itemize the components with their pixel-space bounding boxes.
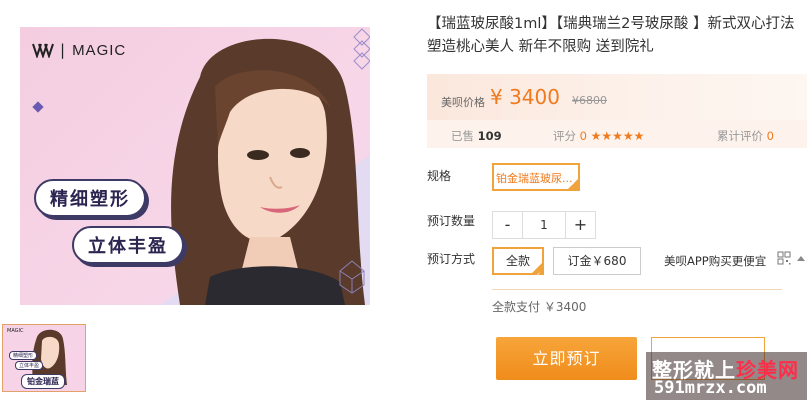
spec-label: 规格 <box>427 169 452 183</box>
brand-logo: | MAGIC <box>32 41 126 59</box>
quantity-input[interactable]: 1 <box>522 212 566 238</box>
hero-tag-shaping: 精细塑形 <box>34 179 146 217</box>
current-price: ¥ 3400 <box>490 85 560 109</box>
payment-full-option[interactable]: 全款 <box>492 247 544 287</box>
book-now-button[interactable]: 立即预订 <box>496 337 637 380</box>
quantity-stepper: - 1 + <box>492 211 596 239</box>
full-pay-summary: 全款支付 ￥3400 <box>492 300 587 314</box>
reviews-stat[interactable]: 累计评价 0 <box>717 128 774 144</box>
price-panel: 美呗价格 ¥ 3400 ¥6800 已售 109 评分 0 ★★★★★ 累计评价… <box>427 74 807 148</box>
payment-label: 预订方式 <box>427 252 476 266</box>
thumbnail-brand: MAGIC <box>7 328 24 334</box>
caret-up-icon[interactable] <box>797 256 805 261</box>
rating-value: 0 <box>579 129 587 143</box>
rating-stat: 评分 0 ★★★★★ <box>553 128 644 144</box>
quantity-increase-button[interactable]: + <box>566 212 595 238</box>
selected-check-icon <box>531 262 543 287</box>
brand-name: MAGIC <box>72 41 127 59</box>
product-title: 【瑞蓝玻尿酸1ml】【瑞典瑞兰2号玻尿酸 】新式双心打法 塑造桃心美人 新年不限… <box>427 16 795 55</box>
watermark-url: 591mrzx.com <box>654 378 767 398</box>
thumbnail-label: 铂金瑞蓝 <box>21 374 65 389</box>
thumbnail-tag-2: 立体丰盈 <box>15 361 44 370</box>
sold-label: 已售 <box>451 129 474 143</box>
thumbnail-tag-1: 精细塑形 <box>9 351 38 360</box>
qr-code-icon[interactable] <box>777 251 791 265</box>
price-row: 美呗价格 ¥ 3400 ¥6800 <box>427 74 807 120</box>
app-buy-link[interactable]: 美呗APP购买更便宜 <box>664 253 766 269</box>
hero-tag-volume: 立体丰盈 <box>72 226 184 264</box>
site-watermark: 整形就上珍美网 591mrzx.com <box>646 352 807 400</box>
price-label: 美呗价格 <box>441 96 485 109</box>
brand-mark-icon <box>32 42 54 58</box>
spec-option-selected[interactable]: 铂金瑞蓝玻尿... <box>492 163 580 191</box>
payment-deposit-option[interactable]: 订金￥680 <box>553 247 641 275</box>
reviews-value: 0 <box>766 129 774 143</box>
selected-check-icon <box>567 178 578 189</box>
diamond-pattern-icon <box>353 28 370 70</box>
quantity-label: 预订数量 <box>427 214 476 228</box>
original-price: ¥6800 <box>572 94 607 107</box>
rating-stars-icon: ★★★★★ <box>590 129 645 143</box>
spec-option-text: 铂金瑞蓝玻尿... <box>496 172 573 185</box>
quantity-decrease-button[interactable]: - <box>493 212 522 238</box>
product-main-image: | MAGIC 精细塑形 立体丰盈 <box>20 27 370 305</box>
geometric-cube-icon <box>339 260 365 294</box>
sold-value: 109 <box>477 129 502 143</box>
divider <box>492 289 782 290</box>
reviews-label: 累计评价 <box>717 129 763 143</box>
thumbnail-1[interactable]: MAGIC 精细塑形 立体丰盈 铂金瑞蓝 <box>2 324 86 392</box>
stats-row: 已售 109 评分 0 ★★★★★ 累计评价 0 <box>427 120 807 148</box>
model-portrait <box>171 38 365 305</box>
payment-full-text: 全款 <box>505 254 530 268</box>
sold-stat: 已售 109 <box>451 128 502 144</box>
rating-label: 评分 <box>553 129 576 143</box>
